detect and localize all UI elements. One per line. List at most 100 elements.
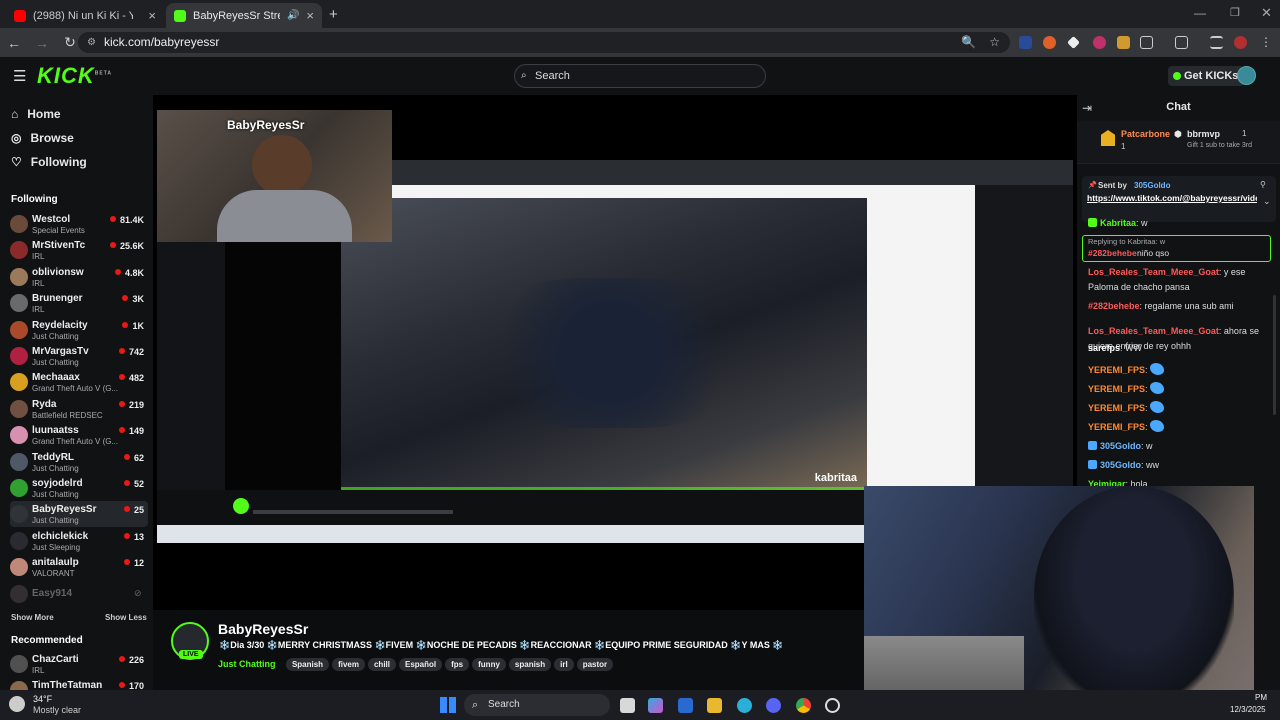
chat-username[interactable]: YEREMI_FPS <box>1088 365 1145 375</box>
close-tab-icon[interactable]: × <box>306 8 314 23</box>
tab-kick[interactable]: BabyReyesSr Stream - Watc 🔊 × <box>166 3 322 28</box>
chat-username[interactable]: Kabritaa <box>1100 218 1136 228</box>
recommended-channel-timthetatman[interactable]: TimTheTatman 170 <box>10 677 148 690</box>
menu-kebab-icon[interactable]: ⋮ <box>1260 35 1272 49</box>
chat-message[interactable]: 305Goldo: ww <box>1088 458 1274 473</box>
recommended-channel-chazcarti[interactable]: ChazCarti IRL 226 <box>10 651 148 677</box>
extension-icon[interactable] <box>1093 36 1106 49</box>
zoom-icon[interactable]: 🔍 <box>961 32 976 53</box>
new-tab-button[interactable]: + <box>329 6 338 23</box>
task-view-icon[interactable] <box>620 698 635 713</box>
sidebar-channel-mechaaax[interactable]: Mechaaax Grand Theft Auto V (G... 482 <box>10 369 148 395</box>
chat-message[interactable]: Los_Reales_Team_Meee_Goat: y ese Paloma … <box>1088 265 1274 295</box>
maximize-button[interactable]: ❐ <box>1230 6 1240 19</box>
sidebar-channel-teddyrl[interactable]: TeddyRL Just Chatting 62 <box>10 449 148 475</box>
close-window-button[interactable]: ✕ <box>1261 5 1272 21</box>
speaker-icon[interactable]: 🔊 <box>287 10 299 21</box>
windows-start-icon[interactable] <box>440 697 456 713</box>
chat-username[interactable]: Los_Reales_Team_Meee_Goat <box>1088 326 1219 336</box>
minimize-button[interactable]: — <box>1194 6 1206 20</box>
stream-tag[interactable]: fivem <box>332 658 365 671</box>
sidepanel-icon[interactable] <box>1175 36 1188 49</box>
site-info-icon[interactable]: ⚙ <box>87 32 96 53</box>
nav-home[interactable]: ⌂ Home <box>11 107 61 121</box>
kick-logo[interactable]: KICKBETA <box>37 63 112 89</box>
sidebar-channel-anitalaulp[interactable]: anitalaulp VALORANT 12 <box>10 554 148 580</box>
obs-icon[interactable] <box>825 698 840 713</box>
sidebar-channel-babyreyessr[interactable]: BabyReyesSr Just Chatting 25 <box>10 501 148 528</box>
forward-icon[interactable]: → <box>28 35 56 51</box>
chat-message[interactable]: YEREMI_FPS: <box>1088 420 1274 435</box>
profile-avatar[interactable] <box>1234 36 1247 49</box>
chat-username[interactable]: 305Goldo <box>1100 441 1141 451</box>
sidebar-channel-soyjodelrd[interactable]: soyjodelrd Just Chatting 52 <box>10 475 148 501</box>
nav-browse[interactable]: ◎ Browse <box>11 131 74 145</box>
extension-icon[interactable] <box>1117 36 1130 49</box>
sidebar-channel-luunaatss[interactable]: luunaatss Grand Theft Auto V (G... 149 <box>10 422 148 448</box>
sidebar-channel-westcol[interactable]: Westcol Special Events 81.4K <box>10 211 148 237</box>
show-more-button[interactable]: Show More <box>11 613 54 622</box>
sidebar-channel-reydelacity[interactable]: Reydelacity Just Chatting 1K <box>10 317 148 343</box>
chat-message[interactable]: YEREMI_FPS: <box>1088 401 1274 416</box>
file-explorer-icon[interactable] <box>707 698 722 713</box>
stream-tag[interactable]: spanish <box>508 658 552 671</box>
sidebar-channel-brunenger[interactable]: Brunenger IRL 3K <box>10 290 148 316</box>
chat-message[interactable]: Kabritaa: w <box>1088 216 1274 231</box>
chat-username[interactable]: 305Goldo <box>1100 460 1141 470</box>
channel-name[interactable]: BabyReyesSr <box>218 621 308 637</box>
extensions-puzzle-icon[interactable] <box>1140 36 1153 49</box>
address-bar[interactable]: ⚙ kick.com/babyreyessr 🔍 ☆ <box>78 32 1010 53</box>
chat-username[interactable]: #282behebe <box>1088 301 1140 311</box>
pinned-sender[interactable]: 305Goldo <box>1134 181 1170 190</box>
category-link[interactable]: Just Chatting <box>218 659 276 669</box>
extension-icon[interactable] <box>1043 36 1056 49</box>
stream-tag[interactable]: chill <box>367 658 396 671</box>
edge-icon[interactable] <box>737 698 752 713</box>
bookmark-star-icon[interactable]: ☆ <box>989 32 1000 53</box>
chevron-down-icon[interactable]: ⌄ <box>1263 196 1271 207</box>
stream-tag[interactable]: pastor <box>576 658 614 671</box>
stream-tag[interactable]: Español <box>399 658 443 671</box>
chat-message[interactable]: #282behebe: regalame una sub ami <box>1088 299 1274 314</box>
pinned-link[interactable]: https://www.tiktok.com/@babyreyessr/vide… <box>1087 193 1257 217</box>
reply-message[interactable]: Replying to Kabritaa: w #282behebe niño … <box>1082 235 1271 262</box>
taskbar-search[interactable]: ⌕ Search <box>464 694 610 716</box>
chat-message[interactable]: 305Goldo: w <box>1088 439 1274 454</box>
sidebar-channel-ryda[interactable]: Ryda Battlefield REDSEC 219 <box>10 396 148 422</box>
chat-username[interactable]: Los_Reales_Team_Meee_Goat <box>1088 267 1219 277</box>
extension-icon[interactable] <box>1019 36 1032 49</box>
chat-scrollbar[interactable] <box>1273 295 1276 415</box>
chat-username[interactable]: YEREMI_FPS <box>1088 384 1145 394</box>
close-tab-icon[interactable]: × <box>148 8 156 23</box>
chat-message[interactable]: YEREMI_FPS: <box>1088 363 1274 378</box>
chat-username[interactable]: YEREMI_FPS <box>1088 422 1145 432</box>
outlook-icon[interactable] <box>678 698 693 713</box>
search-input[interactable]: ⌕ Search <box>514 64 766 88</box>
chat-username[interactable]: YEREMI_FPS <box>1088 403 1145 413</box>
chrome-icon[interactable] <box>796 698 811 713</box>
user-avatar[interactable] <box>1237 66 1256 85</box>
media-icon[interactable] <box>1210 36 1223 49</box>
reply-user[interactable]: #282behebe <box>1088 248 1137 258</box>
get-kicks-button[interactable]: Get KICKs <box>1168 66 1245 86</box>
sidebar-channel-mrvargastv[interactable]: MrVargasTv Just Chatting 742 <box>10 343 148 369</box>
unpin-icon[interactable]: ⚲ <box>1260 180 1266 189</box>
copilot-icon[interactable] <box>648 698 663 713</box>
sidebar-channel-mrstiventc[interactable]: MrStivenTc IRL 25.6K <box>10 237 148 263</box>
discord-icon[interactable] <box>766 698 781 713</box>
second-gifter-name[interactable]: bbrmvp <box>1187 129 1220 139</box>
hamburger-menu-icon[interactable]: ☰ <box>13 67 26 85</box>
chat-username[interactable]: sarefps <box>1088 343 1120 353</box>
clock-time[interactable]: PM <box>1255 693 1267 702</box>
nav-following[interactable]: ♡ Following <box>11 155 87 169</box>
back-icon[interactable]: ← <box>0 35 28 51</box>
tab-youtube[interactable]: (2988) Ni un Ki Ki - YouTube × <box>6 3 164 28</box>
stream-tag[interactable]: fps <box>445 658 470 671</box>
stream-tag[interactable]: Spanish <box>285 658 330 671</box>
show-less-button[interactable]: Show Less <box>105 613 147 622</box>
sidebar-channel-oblivionsw[interactable]: oblivionsw IRL 4.8K <box>10 264 148 290</box>
chat-message[interactable]: sarefps: WW <box>1088 341 1274 356</box>
chat-message[interactable]: YEREMI_FPS: <box>1088 382 1274 397</box>
extension-icon[interactable] <box>1067 36 1080 49</box>
stream-tag[interactable]: funny <box>472 658 506 671</box>
